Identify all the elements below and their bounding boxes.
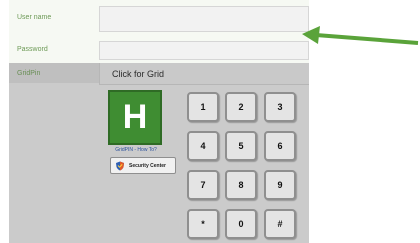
username-row: User name (9, 0, 309, 36)
keypad-key-hash[interactable]: # (264, 209, 296, 239)
gridpin-logo-letter: H (122, 98, 148, 136)
keypad-key-8[interactable]: 8 (225, 170, 257, 200)
gridpin-label: GridPin (9, 63, 99, 83)
password-input[interactable] (99, 41, 309, 60)
security-center-label: Security Center (129, 162, 166, 169)
keypad-key-3[interactable]: 3 (264, 92, 296, 122)
keypad-key-0[interactable]: 0 (225, 209, 257, 239)
gridpin-howto-link[interactable]: GridPIN - How To? (106, 147, 166, 153)
password-row: Password (9, 35, 309, 63)
keypad-key-5[interactable]: 5 (225, 131, 257, 161)
click-for-grid-button[interactable]: Click for Grid (99, 63, 309, 85)
keypad-key-7[interactable]: 7 (187, 170, 219, 200)
keypad-key-star[interactable]: * (187, 209, 219, 239)
keypad-key-9[interactable]: 9 (264, 170, 296, 200)
pointer-arrow-icon (302, 26, 419, 45)
keypad-key-2[interactable]: 2 (225, 92, 257, 122)
security-center-button[interactable]: Security Center (110, 157, 176, 174)
gridpin-logo: H (108, 90, 162, 145)
username-label: User name (17, 14, 52, 21)
keypad-key-4[interactable]: 4 (187, 131, 219, 161)
password-label: Password (17, 45, 48, 53)
shield-icon (116, 161, 124, 170)
username-input[interactable] (99, 6, 309, 32)
keypad-key-1[interactable]: 1 (187, 92, 219, 122)
keypad-key-6[interactable]: 6 (264, 131, 296, 161)
